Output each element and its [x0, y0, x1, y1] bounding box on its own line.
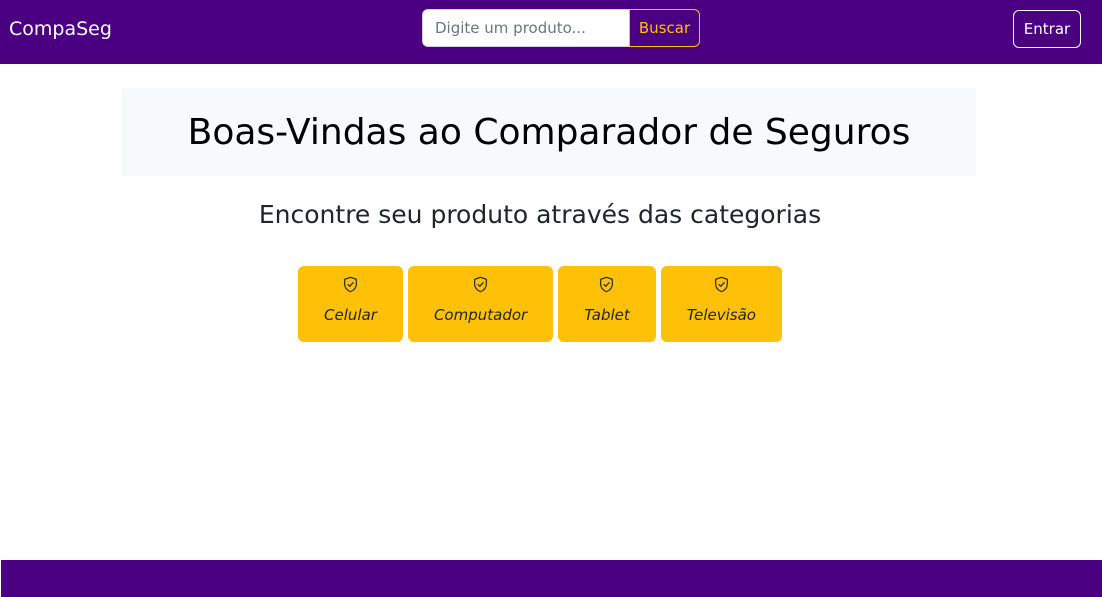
- category-computador-button[interactable]: Computador: [407, 266, 554, 342]
- category-label: Celular: [324, 306, 377, 324]
- category-celular-button[interactable]: Celular: [298, 266, 403, 342]
- page: CompaSeg Buscar Entrar Boas-Vindas ao Co…: [0, 0, 1102, 597]
- footer: [1, 560, 1102, 597]
- category-tablet-button[interactable]: Tablet: [558, 266, 656, 342]
- hero-banner: Boas-Vindas ao Comparador de Seguros: [122, 88, 976, 176]
- search-input[interactable]: [422, 9, 629, 47]
- login-button[interactable]: Entrar: [1013, 10, 1081, 48]
- category-televisao-button[interactable]: Televisão: [660, 266, 782, 342]
- shield-check-icon: [344, 276, 357, 293]
- brand-link[interactable]: CompaSeg: [9, 17, 112, 41]
- search-button[interactable]: Buscar: [629, 9, 700, 47]
- category-list: Celular Computador Tablet Televisão: [0, 266, 1080, 342]
- category-label: Televisão: [686, 306, 756, 324]
- shield-check-icon: [714, 276, 728, 293]
- category-label: Tablet: [584, 306, 630, 324]
- shield-check-icon: [474, 276, 487, 293]
- page-title: Boas-Vindas ao Comparador de Seguros: [187, 111, 911, 153]
- search-form: Buscar: [422, 9, 700, 47]
- shield-check-icon: [600, 276, 614, 293]
- navbar: CompaSeg Buscar Entrar: [0, 0, 1102, 64]
- category-label: Computador: [433, 306, 528, 324]
- categories-title: Encontre seu produto através das categor…: [258, 200, 822, 229]
